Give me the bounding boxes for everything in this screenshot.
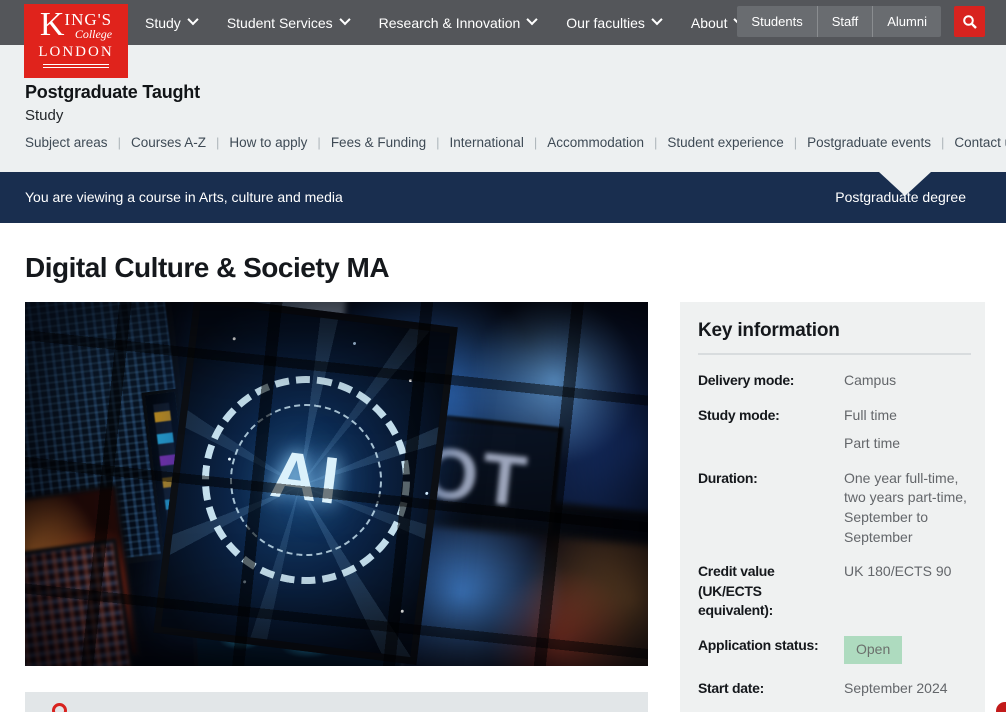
link-students[interactable]: Students xyxy=(737,6,816,37)
separator: | xyxy=(436,135,439,150)
nav-item-research-innovation[interactable]: Research & Innovation xyxy=(379,15,537,31)
nav-item-label: About xyxy=(691,15,728,31)
logo-k: K xyxy=(40,11,65,40)
logo-rule xyxy=(43,64,109,68)
separator: | xyxy=(534,135,537,150)
start-date-value: September 2024 xyxy=(844,679,971,699)
logo-college: College xyxy=(75,28,112,41)
viewing-course-text: You are viewing a course in Arts, cultur… xyxy=(25,172,343,223)
nav-item-label: Study xyxy=(145,15,181,31)
study-mode-parttime: Part time xyxy=(844,434,971,454)
course-context-banner: You are viewing a course in Arts, cultur… xyxy=(0,172,1006,223)
section-header-band: Postgraduate Taught Study Subject areas |… xyxy=(0,45,1006,172)
secnav-contact-us[interactable]: Contact us xyxy=(954,135,1006,150)
study-mode-fulltime: Full time xyxy=(844,406,971,426)
duration-label: Duration: xyxy=(698,469,844,547)
separator: | xyxy=(941,135,944,150)
secnav-postgraduate-events[interactable]: Postgraduate events xyxy=(807,135,931,150)
chevron-down-icon xyxy=(527,13,538,24)
study-mode-label: Study mode: xyxy=(698,406,844,454)
secnav-international[interactable]: International xyxy=(450,135,524,150)
course-hero-image: OT AI xyxy=(25,302,648,666)
application-status-value: Open xyxy=(844,636,971,664)
ai-label: AI xyxy=(267,435,346,519)
separator: | xyxy=(794,135,797,150)
logo-london: LONDON xyxy=(38,43,113,61)
logo-ings: ING'S xyxy=(64,11,112,28)
separator: | xyxy=(654,135,657,150)
hero-screen-colorful xyxy=(396,520,648,666)
key-info-title: Key information xyxy=(698,320,971,342)
link-alumni[interactable]: Alumni xyxy=(872,6,941,37)
study-mode-value: Full time Part time xyxy=(844,406,971,454)
nav-item-label: Research & Innovation xyxy=(379,15,521,31)
status-badge: Open xyxy=(844,636,902,664)
duration-value: One year full-time, two years part-time,… xyxy=(844,469,971,547)
secnav-student-experience[interactable]: Student experience xyxy=(667,135,783,150)
corner-widget-fragment xyxy=(996,702,1006,712)
nav-item-our-faculties[interactable]: Our faculties xyxy=(566,15,661,31)
logo-kings: K ING'S College xyxy=(40,11,112,41)
chevron-down-icon xyxy=(187,13,198,24)
separator: | xyxy=(317,135,320,150)
link-staff[interactable]: Staff xyxy=(817,6,873,37)
nav-item-student-services[interactable]: Student Services xyxy=(227,15,349,31)
secondary-nav: Subject areas | Courses A-Z | How to apply… xyxy=(25,135,1006,150)
secnav-fees-funding[interactable]: Fees & Funding xyxy=(331,135,426,150)
section-subtitle[interactable]: Study xyxy=(25,107,63,124)
delivery-mode-label: Delivery mode: xyxy=(698,371,844,391)
secnav-how-to-apply[interactable]: How to apply xyxy=(229,135,307,150)
search-icon xyxy=(962,14,978,30)
nav-item-about[interactable]: About xyxy=(691,15,744,31)
chevron-down-icon xyxy=(339,13,350,24)
secnav-courses-az[interactable]: Courses A-Z xyxy=(131,135,206,150)
secnav-accommodation[interactable]: Accommodation xyxy=(547,135,644,150)
search-button[interactable] xyxy=(954,6,985,37)
divider xyxy=(698,353,971,355)
separator: | xyxy=(118,135,121,150)
kcl-course-page: Study Student Services Research & Innova… xyxy=(0,0,1006,712)
primary-nav: Study Student Services Research & Innova… xyxy=(145,0,743,45)
kcl-logo[interactable]: K ING'S College LONDON xyxy=(24,4,128,78)
application-status-label: Application status: xyxy=(698,636,844,664)
credit-value-label: Credit value (UK/ECTS equivalent): xyxy=(698,562,844,621)
secnav-subject-areas[interactable]: Subject areas xyxy=(25,135,108,150)
chevron-down-icon xyxy=(651,13,662,24)
top-navigation-bar: Study Student Services Research & Innova… xyxy=(0,0,1006,45)
nav-item-label: Our faculties xyxy=(566,15,645,31)
ai-graphic-panel: AI xyxy=(153,302,457,665)
separator: | xyxy=(216,135,219,150)
key-info-rows: Delivery mode: Campus Study mode: Full t… xyxy=(698,371,971,698)
credit-value-value: UK 180/ECTS 90 xyxy=(844,562,971,621)
delivery-mode-value: Campus xyxy=(844,371,971,391)
quote-box xyxy=(25,692,648,712)
start-date-label: Start date: xyxy=(698,679,844,699)
quote-icon xyxy=(52,703,67,712)
degree-type-text: Postgraduate degree xyxy=(835,172,966,223)
section-title: Postgraduate Taught xyxy=(25,82,200,103)
nav-item-label: Student Services xyxy=(227,15,333,31)
page-title: Digital Culture & Society MA xyxy=(25,252,389,284)
key-information-panel: Key information Delivery mode: Campus St… xyxy=(680,302,985,712)
nav-item-study[interactable]: Study xyxy=(145,15,197,31)
audience-links: Students Staff Alumni xyxy=(737,6,941,37)
